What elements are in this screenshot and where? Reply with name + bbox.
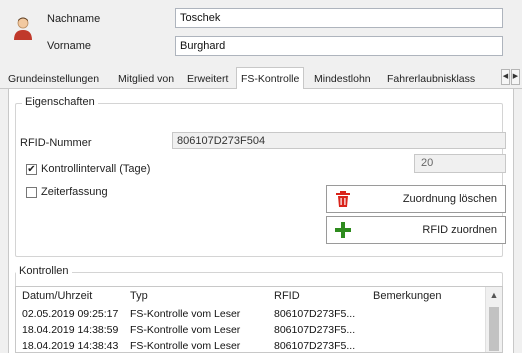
scrollbar-thumb[interactable] xyxy=(489,307,499,351)
column-header-type[interactable]: Typ xyxy=(130,290,148,302)
tab-grundeinstellungen[interactable]: Grundeinstellungen xyxy=(4,70,103,89)
scroll-up-icon[interactable]: ▲ xyxy=(489,290,499,300)
controls-table: Datum/Uhrzeit Typ RFID Bemerkungen 02.05… xyxy=(15,286,503,353)
row-datetime: 18.04.2019 14:38:59 xyxy=(22,324,119,336)
plus-icon xyxy=(335,222,351,238)
time-tracking-label: Zeiterfassung xyxy=(41,186,108,198)
trash-icon xyxy=(336,191,350,207)
lastname-field[interactable]: Toschek xyxy=(175,8,503,28)
table-row[interactable]: 18.04.2019 14:38:59 FS-Kontrolle vom Les… xyxy=(16,323,486,337)
tab-scroll-left-icon[interactable]: ◀ xyxy=(501,69,510,85)
rfid-number-field: 806107D273F504 xyxy=(172,132,506,149)
controls-title: Kontrollen xyxy=(16,265,72,277)
assign-rfid-label: RFID zuordnen xyxy=(422,224,497,236)
table-row[interactable]: 02.05.2019 09:25:17 FS-Kontrolle vom Les… xyxy=(16,307,486,321)
firstname-field[interactable]: Burghard xyxy=(175,36,503,56)
row-type: FS-Kontrolle vom Leser xyxy=(130,324,241,336)
rfid-label: RFID-Nummer xyxy=(20,137,92,149)
lastname-label: Nachname xyxy=(47,13,101,25)
interval-days-field[interactable]: 20 xyxy=(414,154,506,173)
row-rfid: 806107D273F5... xyxy=(274,324,356,336)
row-rfid: 806107D273F5... xyxy=(274,308,356,320)
tab-bar: Grundeinstellungen Mitglied von Erweiter… xyxy=(0,66,522,90)
interval-label: Kontrollintervall (Tage) xyxy=(41,163,151,175)
tab-fahrerlaubnisklassen[interactable]: Fahrerlaubnisklass xyxy=(383,70,500,89)
interval-checkbox-row[interactable]: ✔ Kontrollintervall (Tage) xyxy=(26,163,150,175)
row-rfid: 806107D273F5... xyxy=(274,340,356,352)
column-header-rfid[interactable]: RFID xyxy=(274,290,300,302)
column-header-remarks[interactable]: Bemerkungen xyxy=(373,290,442,302)
assign-rfid-button[interactable]: RFID zuordnen xyxy=(326,216,506,244)
table-row[interactable]: 18.04.2019 14:38:43 FS-Kontrolle vom Les… xyxy=(16,339,486,352)
delete-assignment-label: Zuordnung löschen xyxy=(402,193,497,205)
firstname-label: Vorname xyxy=(47,40,92,52)
properties-title: Eigenschaften xyxy=(22,96,98,108)
user-avatar-icon xyxy=(14,17,32,40)
row-type: FS-Kontrolle vom Leser xyxy=(130,340,241,352)
tab-erweitert[interactable]: Erweitert xyxy=(183,70,232,89)
delete-assignment-button[interactable]: Zuordnung löschen xyxy=(326,185,506,213)
time-tracking-checkbox-row[interactable]: Zeiterfassung xyxy=(26,186,108,198)
tab-mitglied-von[interactable]: Mitglied von xyxy=(114,70,178,89)
column-header-datetime[interactable]: Datum/Uhrzeit xyxy=(22,290,92,302)
tab-mindestlohn[interactable]: Mindestlohn xyxy=(310,70,375,89)
row-type: FS-Kontrolle vom Leser xyxy=(130,308,241,320)
row-datetime: 18.04.2019 14:38:43 xyxy=(22,340,119,352)
row-datetime: 02.05.2019 09:25:17 xyxy=(22,308,119,320)
person-header: Nachname Toschek Vorname Burghard xyxy=(0,0,522,62)
tab-fs-kontrolle[interactable]: FS-Kontrolle xyxy=(236,67,305,90)
time-tracking-checkbox[interactable] xyxy=(26,186,37,198)
interval-checkbox[interactable]: ✔ xyxy=(26,163,37,175)
tab-scroll-right-icon[interactable]: ▶ xyxy=(511,69,520,85)
table-scrollbar[interactable]: ▲ xyxy=(485,287,502,352)
controls-table-header: Datum/Uhrzeit Typ RFID Bemerkungen xyxy=(16,287,486,304)
